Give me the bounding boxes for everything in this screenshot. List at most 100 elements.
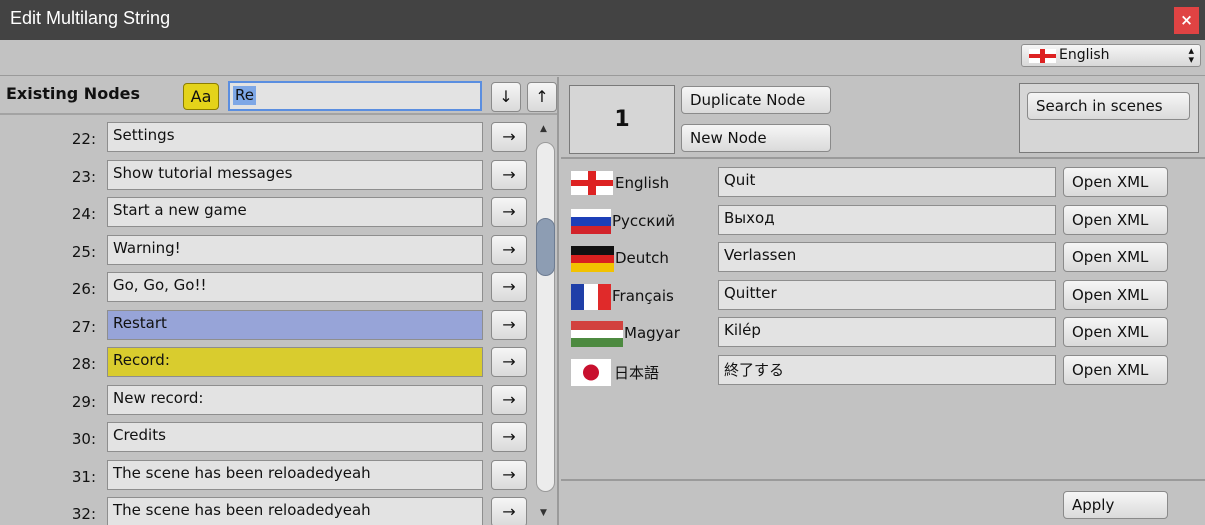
node-text-field[interactable]: The scene has been reloadedyeah — [107, 497, 483, 525]
node-index: 29: — [71, 393, 96, 411]
node-text-field[interactable]: Restart — [107, 310, 483, 340]
node-editor-panel: 1 Duplicate Node New Node Search in scen… — [561, 77, 1205, 525]
translation-field[interactable]: 終了する — [718, 355, 1056, 385]
node-list-scrollbar[interactable]: ▲ ▼ — [533, 120, 557, 520]
select-node-button[interactable]: → — [491, 385, 527, 415]
translation-field[interactable]: Выход — [718, 205, 1056, 235]
node-index: 30: — [71, 430, 96, 448]
russia-flag-icon — [571, 209, 611, 234]
sort-up-button[interactable]: ↑ — [527, 82, 557, 112]
match-case-toggle[interactable]: Aa — [183, 83, 219, 110]
top-toolbar: English ▴ ▾ — [0, 40, 1205, 76]
list-item: 32: The scene has been reloadedyeah → — [0, 497, 530, 525]
select-node-button[interactable]: → — [491, 272, 527, 302]
language-name: English — [615, 174, 670, 192]
node-index: 26: — [71, 280, 96, 298]
germany-flag-icon — [571, 246, 614, 272]
language-row-german: Deutch Verlassen Open XML — [561, 242, 1205, 272]
node-index: 23: — [71, 168, 96, 186]
apply-button[interactable]: Apply — [1063, 491, 1168, 519]
node-text-field[interactable]: Settings — [107, 122, 483, 152]
scroll-down-icon[interactable]: ▼ — [540, 508, 547, 518]
language-row-french: Français Quitter Open XML — [561, 280, 1205, 310]
france-flag-icon — [571, 284, 611, 310]
search-in-scenes-button[interactable]: Search in scenes — [1027, 92, 1190, 120]
select-node-button[interactable]: → — [491, 310, 527, 340]
title-bar: Edit Multilang String × — [0, 0, 1205, 40]
translation-field[interactable]: Quitter — [718, 280, 1056, 310]
list-item: 30: Credits → — [0, 422, 530, 452]
duplicate-node-button[interactable]: Duplicate Node — [681, 86, 831, 114]
list-item: 29: New record: → — [0, 385, 530, 415]
existing-nodes-header: Existing Nodes Aa Re ↓ ↑ — [0, 77, 557, 115]
language-name: 日本語 — [614, 364, 660, 382]
node-index: 27: — [71, 318, 96, 336]
node-search-value: Re — [233, 86, 256, 105]
list-item: 22: Settings → — [0, 122, 530, 152]
language-dropdown-value: English — [1059, 47, 1110, 63]
select-node-button[interactable]: → — [491, 197, 527, 227]
node-index: 25: — [71, 243, 96, 261]
select-node-button[interactable]: → — [491, 497, 527, 525]
window-title: Edit Multilang String — [10, 8, 171, 28]
node-index: 22: — [71, 130, 96, 148]
existing-nodes-title: Existing Nodes — [6, 84, 141, 103]
language-row-english: English Quit Open XML — [561, 167, 1205, 197]
language-name: Русский — [612, 212, 675, 230]
language-row-hungarian: Magyar Kilép Open XML — [561, 317, 1205, 347]
node-index: 24: — [71, 205, 96, 223]
close-button[interactable]: × — [1174, 7, 1199, 34]
select-node-button[interactable]: → — [491, 235, 527, 265]
sort-down-button[interactable]: ↓ — [491, 82, 521, 112]
hungary-flag-icon — [571, 321, 623, 347]
node-text-field[interactable]: Start a new game — [107, 197, 483, 227]
list-item: 25: Warning! → — [0, 235, 530, 265]
england-flag-icon — [1029, 49, 1056, 63]
open-xml-button[interactable]: Open XML — [1063, 167, 1168, 197]
open-xml-button[interactable]: Open XML — [1063, 280, 1168, 310]
search-scenes-group: Search in scenes — [1019, 83, 1199, 153]
bottom-bar: Apply — [561, 479, 1205, 525]
england-flag-icon — [571, 171, 613, 195]
node-number-display: 1 — [569, 85, 675, 154]
translation-field[interactable]: Quit — [718, 167, 1056, 197]
language-row-russian: Русский Выход Open XML — [561, 205, 1205, 235]
existing-nodes-panel: Existing Nodes Aa Re ↓ ↑ 22: Settings → … — [0, 77, 559, 525]
list-item: 26: Go, Go, Go!! → — [0, 272, 530, 302]
language-name: Deutch — [615, 249, 669, 267]
open-xml-button[interactable]: Open XML — [1063, 205, 1168, 235]
open-xml-button[interactable]: Open XML — [1063, 355, 1168, 385]
translation-field[interactable]: Kilép — [718, 317, 1056, 347]
node-text-field[interactable]: The scene has been reloadedyeah — [107, 460, 483, 490]
node-editor-toolbar: 1 Duplicate Node New Node Search in scen… — [561, 77, 1205, 159]
list-item: 23: Show tutorial messages → — [0, 160, 530, 190]
select-node-button[interactable]: → — [491, 422, 527, 452]
node-index: 31: — [71, 468, 96, 486]
node-text-field[interactable]: Record: — [107, 347, 483, 377]
list-item: 28: Record: → — [0, 347, 530, 377]
select-node-button[interactable]: → — [491, 160, 527, 190]
open-xml-button[interactable]: Open XML — [1063, 317, 1168, 347]
translation-field[interactable]: Verlassen — [718, 242, 1056, 272]
scrollbar-track[interactable] — [536, 142, 555, 492]
node-text-field[interactable]: Warning! — [107, 235, 483, 265]
node-list: 22: Settings → 23: Show tutorial message… — [0, 119, 530, 525]
node-index: 32: — [71, 505, 96, 523]
select-node-button[interactable]: → — [491, 122, 527, 152]
select-node-button[interactable]: → — [491, 460, 527, 490]
node-text-field[interactable]: Go, Go, Go!! — [107, 272, 483, 302]
node-search-input[interactable]: Re — [228, 81, 482, 111]
node-text-field[interactable]: Show tutorial messages — [107, 160, 483, 190]
node-text-field[interactable]: Credits — [107, 422, 483, 452]
language-name: Magyar — [624, 324, 680, 342]
language-dropdown[interactable]: English ▴ ▾ — [1021, 44, 1201, 67]
list-item: 27: Restart → — [0, 310, 530, 340]
scroll-up-icon[interactable]: ▲ — [540, 124, 547, 134]
scrollbar-thumb[interactable] — [536, 218, 555, 276]
new-node-button[interactable]: New Node — [681, 124, 831, 152]
node-index: 28: — [71, 355, 96, 373]
select-node-button[interactable]: → — [491, 347, 527, 377]
open-xml-button[interactable]: Open XML — [1063, 242, 1168, 272]
language-row-japanese: 日本語 終了する Open XML — [561, 355, 1205, 386]
node-text-field[interactable]: New record: — [107, 385, 483, 415]
